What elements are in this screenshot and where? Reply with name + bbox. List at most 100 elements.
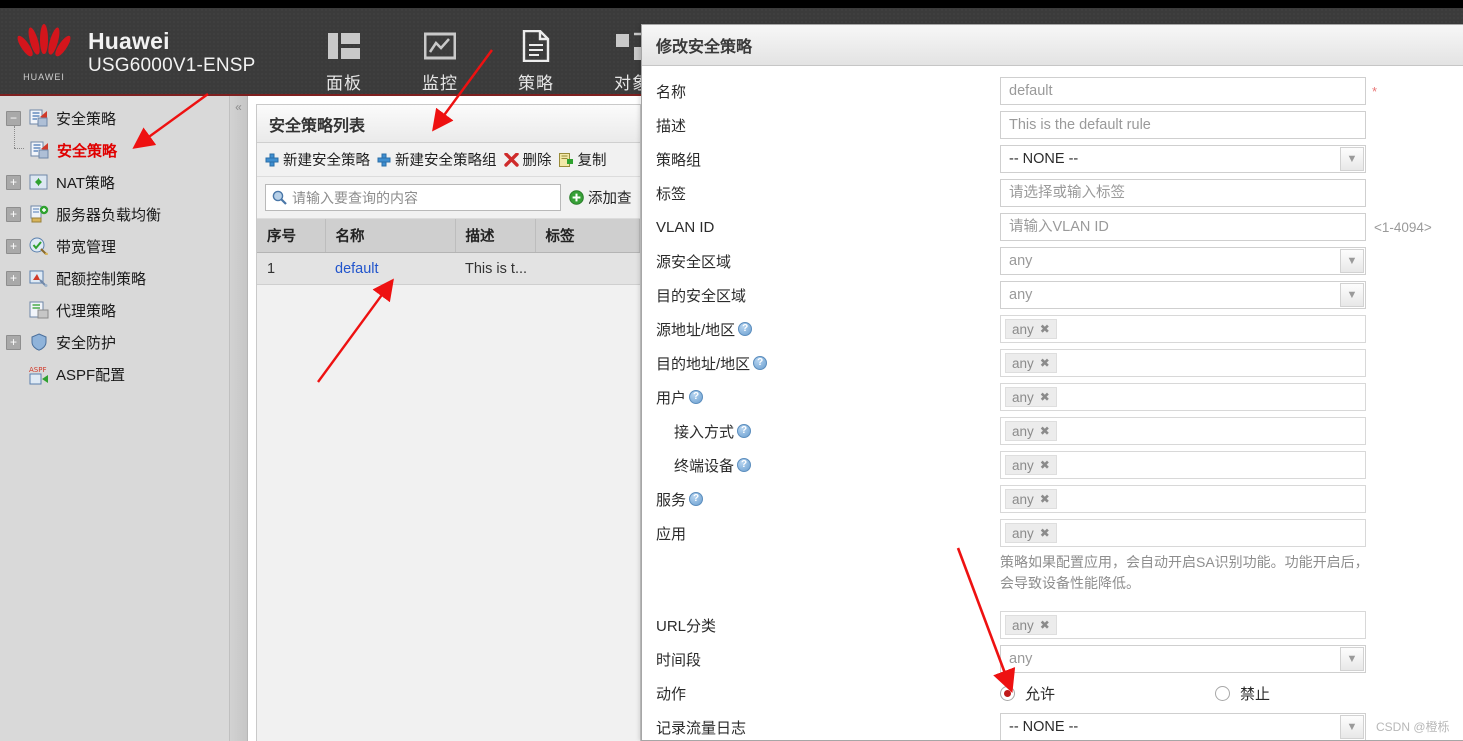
- add-query-button[interactable]: 添加查: [569, 187, 632, 208]
- help-icon[interactable]: ?: [738, 322, 753, 336]
- label-tag: 标签: [656, 185, 687, 203]
- sidebar-label-security-policy-root: 安全策略: [56, 110, 117, 128]
- sidebar-item-security-policy[interactable]: 安全策略: [0, 126, 247, 166]
- table-row[interactable]: 1 default This is t...: [257, 252, 640, 285]
- policy-group-select[interactable]: -- NONE -- ▼: [1000, 145, 1366, 173]
- close-icon[interactable]: ✖: [1040, 356, 1050, 370]
- sidebar-item-quota-policy[interactable]: + 配额控制策略: [0, 262, 247, 294]
- delete-x-icon: [503, 152, 519, 167]
- sidebar-label-security-policy: 安全策略: [57, 142, 118, 160]
- sidebar-item-security-policy-root[interactable]: − 安全策略: [0, 102, 247, 134]
- sidebar-item-proxy-policy[interactable]: 代理策略: [0, 294, 247, 326]
- nav-item-policy[interactable]: 策略: [488, 24, 584, 94]
- col-header-seq[interactable]: 序号: [257, 219, 326, 253]
- help-icon[interactable]: ?: [689, 390, 704, 404]
- field-row-application: 应用 any ✖: [642, 516, 1463, 550]
- tag-input[interactable]: 请选择或输入标签: [1000, 179, 1366, 207]
- chip-any[interactable]: any ✖: [1005, 455, 1057, 475]
- required-asterisk: *: [1372, 83, 1378, 99]
- terminal-device-chipbox[interactable]: any ✖: [1000, 451, 1366, 479]
- sidebar-label-server-load-balance: 服务器负载均衡: [56, 206, 162, 224]
- chevron-down-icon[interactable]: ▼: [1340, 249, 1364, 273]
- sidebar-item-server-load-balance[interactable]: + 服务器负载均衡: [0, 198, 247, 230]
- service-chipbox[interactable]: any ✖: [1000, 485, 1366, 513]
- close-icon[interactable]: ✖: [1040, 526, 1050, 540]
- col-header-name[interactable]: 名称: [325, 219, 456, 253]
- sidebar-collapse-button[interactable]: «: [229, 96, 247, 741]
- tree-toggle-placeholder: [6, 303, 21, 318]
- tree-toggle-plus-icon[interactable]: +: [6, 270, 21, 286]
- control-access-mode: any ✖: [1000, 417, 1366, 445]
- chip-any[interactable]: any ✖: [1005, 421, 1057, 441]
- tree-toggle-plus-icon[interactable]: +: [6, 174, 21, 190]
- chip-any[interactable]: any ✖: [1005, 615, 1057, 635]
- close-icon[interactable]: ✖: [1040, 492, 1050, 506]
- nav-item-monitor[interactable]: 监控: [392, 24, 488, 94]
- policy-name-link[interactable]: default: [335, 261, 379, 277]
- brand-line-2: USG6000V1-ENSP: [88, 55, 256, 77]
- chevron-down-icon[interactable]: ▼: [1340, 715, 1364, 739]
- sidebar-item-security-protection[interactable]: + 安全防护: [0, 326, 247, 358]
- chevron-down-icon[interactable]: ▼: [1340, 147, 1364, 171]
- field-row-dst-address: 目的地址/地区 ? any ✖: [642, 346, 1463, 380]
- chip-label: any: [1012, 491, 1034, 507]
- dst-address-chipbox[interactable]: any ✖: [1000, 349, 1366, 377]
- close-icon[interactable]: ✖: [1040, 424, 1050, 438]
- sidebar-item-aspf[interactable]: ASPF ASPF配置: [0, 358, 247, 390]
- vlan-id-input[interactable]: 请输入VLAN ID: [1000, 213, 1366, 241]
- chip-any[interactable]: any ✖: [1005, 353, 1057, 373]
- time-range-select[interactable]: any ▼: [1000, 645, 1366, 673]
- proxy-policy-icon: [29, 301, 49, 319]
- nav-item-panel[interactable]: 面板: [296, 24, 392, 94]
- url-category-chipbox[interactable]: any ✖: [1000, 611, 1366, 639]
- copy-button[interactable]: 复制: [558, 149, 607, 170]
- chevron-down-icon[interactable]: ▼: [1340, 647, 1364, 671]
- close-icon[interactable]: ✖: [1040, 390, 1050, 404]
- close-icon[interactable]: ✖: [1040, 322, 1050, 336]
- name-input[interactable]: default: [1000, 77, 1366, 105]
- new-security-policy-button[interactable]: 新建安全策略: [265, 149, 370, 170]
- search-input[interactable]: 请输入要查询的内容: [265, 184, 561, 211]
- help-icon[interactable]: ?: [737, 458, 752, 472]
- help-icon[interactable]: ?: [689, 492, 704, 506]
- sidebar-item-bandwidth[interactable]: + 带宽管理: [0, 230, 247, 262]
- close-icon[interactable]: ✖: [1040, 618, 1050, 632]
- cell-tag: [535, 252, 640, 285]
- new-security-policy-group-button[interactable]: 新建安全策略组: [377, 149, 497, 170]
- chip-any[interactable]: any ✖: [1005, 319, 1057, 339]
- traffic-log-select[interactable]: -- NONE -- ▼: [1000, 713, 1366, 740]
- col-header-tag[interactable]: 标签: [535, 219, 640, 253]
- src-address-chipbox[interactable]: any ✖: [1000, 315, 1366, 343]
- dst-zone-select[interactable]: any ▼: [1000, 281, 1366, 309]
- application-chipbox[interactable]: any ✖: [1000, 519, 1366, 547]
- chip-any[interactable]: any ✖: [1005, 523, 1057, 543]
- tree-toggle-plus-icon[interactable]: +: [6, 238, 21, 254]
- chip-any[interactable]: any ✖: [1005, 387, 1057, 407]
- field-row-traffic-log: 记录流量日志 -- NONE -- ▼: [642, 710, 1463, 740]
- help-icon[interactable]: ?: [737, 424, 752, 438]
- chip-any[interactable]: any ✖: [1005, 489, 1057, 509]
- sidebar-label-proxy-policy: 代理策略: [56, 302, 117, 320]
- access-mode-chipbox[interactable]: any ✖: [1000, 417, 1366, 445]
- close-icon[interactable]: ✖: [1040, 458, 1050, 472]
- sidebar-label-nat-policy: NAT策略: [56, 174, 115, 192]
- description-input[interactable]: This is the default rule: [1000, 111, 1366, 139]
- radio-allow[interactable]: [1000, 685, 1015, 701]
- col-header-desc[interactable]: 描述: [455, 219, 536, 253]
- help-icon[interactable]: ?: [753, 356, 768, 370]
- left-sidebar: − 安全策略 安全策略 + NAT策略 + 服务器负载均衡 + 带宽管理 + 配…: [0, 96, 248, 741]
- tree-toggle-minus-icon[interactable]: −: [6, 110, 21, 126]
- src-zone-select[interactable]: any ▼: [1000, 247, 1366, 275]
- chip-label: any: [1012, 525, 1034, 541]
- dialog-body: 名称 default * 描述 This is the default rule…: [642, 66, 1463, 740]
- tree-toggle-plus-icon[interactable]: +: [6, 206, 21, 222]
- tree-toggle-plus-icon[interactable]: +: [6, 334, 21, 350]
- cell-name[interactable]: default: [325, 252, 455, 285]
- sidebar-item-nat-policy[interactable]: + NAT策略: [0, 166, 247, 198]
- search-placeholder-text: 请输入要查询的内容: [292, 189, 418, 206]
- radio-deny[interactable]: [1215, 685, 1231, 701]
- delete-button[interactable]: 删除: [503, 149, 552, 170]
- chevron-down-icon[interactable]: ▼: [1340, 283, 1364, 307]
- user-chipbox[interactable]: any ✖: [1000, 383, 1366, 411]
- add-query-label: 添加查: [588, 191, 632, 207]
